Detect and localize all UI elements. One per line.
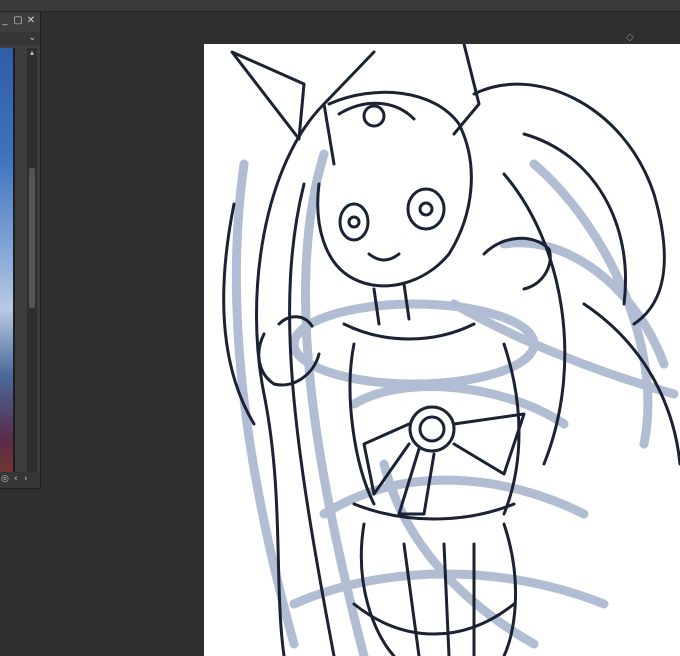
rotate-handle-icon[interactable]: ◇	[626, 32, 634, 43]
subwindow-nav-bar: ◎ ‹ ›	[0, 472, 40, 488]
vertical-scrollbar[interactable]: ▴ ▾	[27, 48, 37, 488]
scroll-up-icon[interactable]: ▴	[27, 48, 37, 58]
target-icon[interactable]: ◎	[1, 474, 9, 484]
subwindow-toolbar: ⌄	[0, 32, 40, 46]
lineart-drawing	[222, 44, 680, 656]
minimize-icon[interactable]: _	[0, 16, 10, 26]
chevron-down-icon[interactable]: ⌄	[28, 33, 36, 43]
scrollbar-thumb[interactable]	[29, 168, 35, 308]
chevron-left-icon[interactable]: ‹	[14, 474, 18, 484]
maximize-icon[interactable]: ▢	[13, 16, 23, 26]
navigator-preview-image[interactable]	[0, 48, 13, 484]
preview-border	[13, 48, 15, 484]
chevron-right-icon[interactable]: ›	[24, 474, 28, 484]
close-icon[interactable]: ✕	[26, 16, 36, 26]
sketch-layer	[231, 149, 679, 656]
drawing-canvas[interactable]	[204, 44, 680, 656]
navigator-subwindow[interactable]: _ ▢ ✕ ⌄ ▴ ▾ ◎ ‹ ›	[0, 12, 41, 489]
subwindow-title-bar[interactable]: _ ▢ ✕	[0, 12, 40, 32]
title-bar	[0, 0, 680, 12]
